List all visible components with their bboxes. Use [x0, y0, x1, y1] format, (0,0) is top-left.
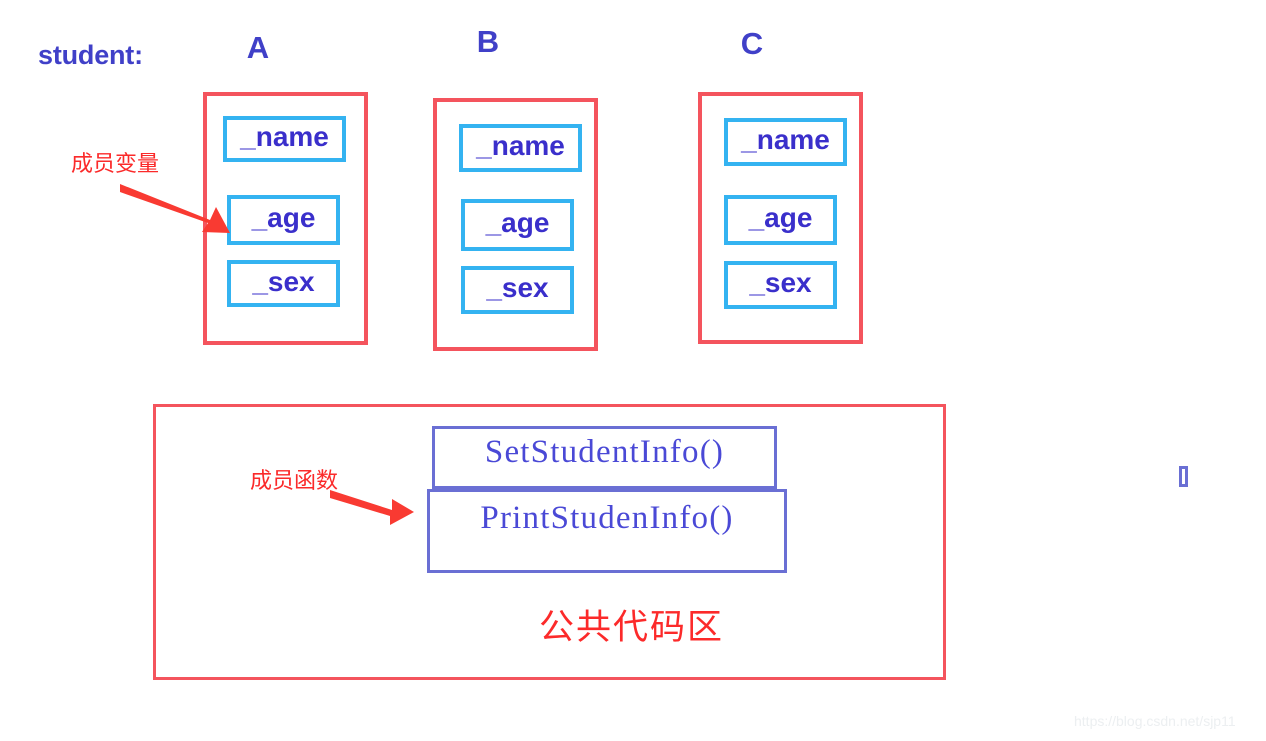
page-title: student:	[38, 40, 143, 70]
member-label: _age	[748, 202, 813, 233]
member-label: _sex	[749, 267, 812, 298]
member-label: _name	[741, 124, 830, 155]
stray-glyph-icon	[1179, 466, 1188, 487]
function-box-printstudeninfo: PrintStudenInfo()	[427, 489, 787, 573]
public-code-area-label: 公共代码区	[539, 608, 725, 648]
function-box-setstudentinfo: SetStudentInfo()	[432, 426, 777, 489]
member-box-a-name: _name	[223, 116, 346, 162]
function-label: PrintStudenInfo()	[480, 500, 734, 536]
member-box-b-age: _age	[461, 199, 574, 251]
object-frame-b: _name _age _sex	[433, 98, 598, 351]
object-frame-c: _name _age _sex	[698, 92, 863, 344]
member-label: _sex	[486, 272, 549, 303]
member-label: _age	[251, 202, 316, 233]
object-title-b: B	[476, 24, 500, 59]
member-box-a-age: _age	[227, 195, 340, 245]
member-label: _name	[476, 130, 565, 161]
object-title-c: C	[740, 26, 764, 61]
public-code-frame: SetStudentInfo() PrintStudenInfo() 公共代码区	[153, 404, 946, 680]
member-label: _age	[485, 207, 550, 238]
object-title-a: A	[246, 30, 270, 65]
member-box-c-name: _name	[724, 118, 847, 166]
diagram-canvas: student: A _name _age _sex B _name _age …	[0, 0, 1266, 741]
annotation-member-functions: 成员函数	[250, 469, 339, 494]
arrow-to-member-variables	[120, 184, 230, 233]
member-box-c-sex: _sex	[724, 261, 837, 309]
annotation-member-variables: 成员变量	[71, 152, 160, 177]
member-box-a-sex: _sex	[227, 260, 340, 307]
member-box-b-name: _name	[459, 124, 582, 172]
member-box-c-age: _age	[724, 195, 837, 245]
member-label: _name	[240, 121, 329, 152]
member-box-b-sex: _sex	[461, 266, 574, 314]
member-label: _sex	[252, 265, 315, 297]
function-label: SetStudentInfo()	[484, 434, 725, 470]
arrow-to-member-functions	[330, 490, 414, 525]
watermark: https://blog.csdn.net/sjp11	[1074, 713, 1236, 729]
